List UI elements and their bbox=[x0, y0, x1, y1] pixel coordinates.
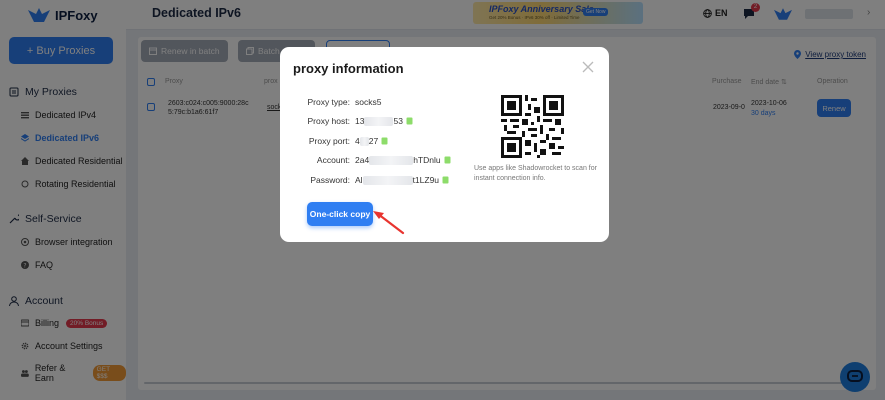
field-value: 4 27 bbox=[355, 136, 388, 146]
dialog-title: proxy information bbox=[293, 61, 404, 76]
field-value-text: socks5 bbox=[355, 97, 382, 107]
red-arrow-annotation-icon bbox=[373, 211, 405, 235]
field-label: Proxy port: bbox=[308, 136, 350, 146]
field-label: Proxy host: bbox=[307, 116, 350, 126]
field-label: Account: bbox=[316, 155, 350, 165]
copy-icon[interactable] bbox=[442, 176, 449, 184]
redacted-mask bbox=[362, 175, 413, 185]
field-value-prefix: Al bbox=[355, 175, 363, 185]
field-value: socks5 bbox=[355, 97, 381, 107]
field-value-suffix: hTDnlu bbox=[413, 155, 441, 165]
field-value-prefix: 13 bbox=[355, 116, 365, 126]
redacted-mask bbox=[364, 116, 394, 126]
field-value: 13 53 bbox=[355, 116, 413, 126]
field-value: 2a4 hTDnlu bbox=[355, 155, 451, 165]
field-proxy-type: Proxy type: socks5 bbox=[280, 96, 381, 108]
field-proxy-port: Proxy port: 4 27 bbox=[280, 135, 388, 147]
redacted-mask bbox=[359, 136, 369, 146]
field-proxy-host: Proxy host: 13 53 bbox=[280, 115, 413, 127]
field-account: Account: 2a4 hTDnlu bbox=[280, 154, 451, 166]
field-value: Al t1LZ9u bbox=[355, 175, 449, 185]
one-click-copy-button[interactable]: One-click copy bbox=[307, 202, 373, 226]
field-value-suffix: t1LZ9u bbox=[412, 175, 440, 185]
field-value-suffix: 27 bbox=[368, 136, 379, 146]
copy-icon[interactable] bbox=[406, 117, 413, 125]
qr-hint-text: Use apps like Shadowrocket to scan for i… bbox=[474, 165, 597, 182]
qr-code-image bbox=[501, 95, 564, 158]
field-password: Password: Al t1LZ9u bbox=[280, 174, 449, 186]
field-value-suffix: 53 bbox=[393, 116, 403, 126]
field-value-prefix: 2a4 bbox=[355, 155, 370, 165]
copy-icon[interactable] bbox=[381, 137, 388, 145]
field-label: Proxy type: bbox=[307, 97, 350, 107]
copy-icon[interactable] bbox=[444, 156, 451, 164]
proxy-info-dialog: proxy information Proxy type: socks5 Pro… bbox=[280, 47, 609, 242]
redacted-mask bbox=[369, 155, 414, 165]
field-label: Password: bbox=[310, 175, 350, 185]
close-icon[interactable] bbox=[582, 61, 594, 73]
